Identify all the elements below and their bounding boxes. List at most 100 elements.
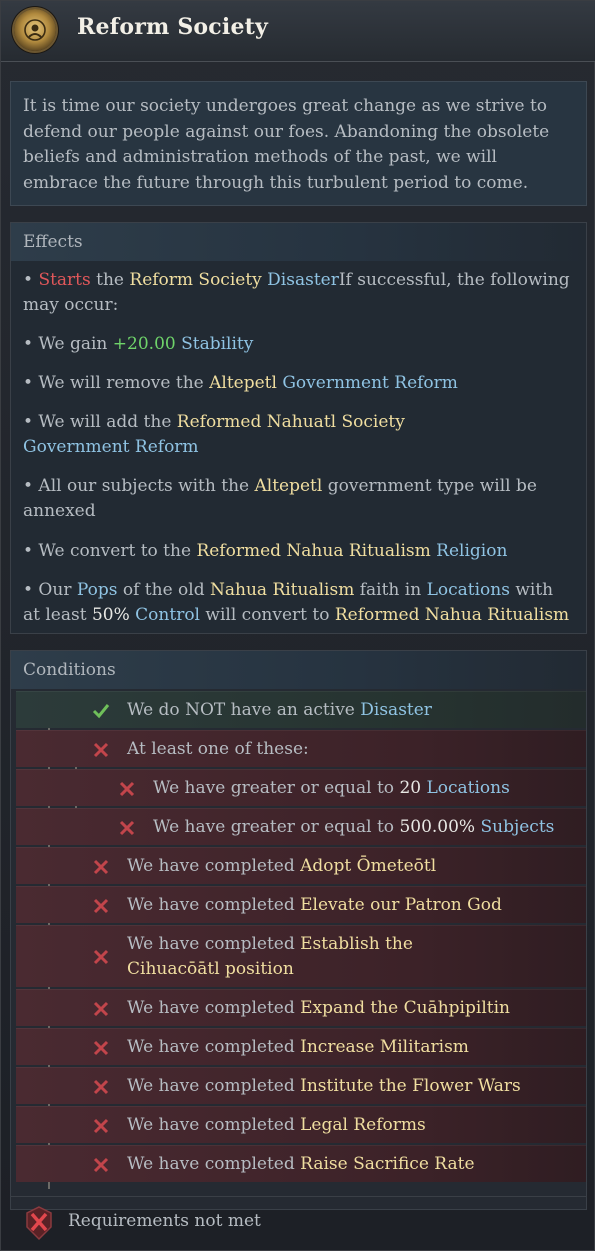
- conditions-panel: Conditions We do NOT have an active Disa…: [10, 650, 587, 1210]
- condition-row: We have completed Establish the Cihuacōā…: [16, 925, 586, 987]
- effect-text: • We will remove the: [23, 373, 210, 393]
- condition-text: At least one of these:: [127, 739, 309, 759]
- condition-text: We have completed Adopt Ōmeteōtl: [127, 854, 436, 879]
- effect-convert-pops: • Our Pops of the old Nahua Ritualism fa…: [23, 578, 573, 628]
- condition-text: We have completed Increase Militarism: [127, 1035, 469, 1060]
- condition-text: We have completed Raise Sacrifice Rate: [127, 1152, 475, 1177]
- effect-stability: • We gain +20.00 Stability: [23, 332, 573, 357]
- condition-law-link[interactable]: Institute the Flower Wars: [300, 1076, 521, 1096]
- effect-locations-term[interactable]: Locations: [427, 580, 510, 600]
- effect-value: +20.00: [112, 334, 176, 354]
- window-title: Reform Society: [77, 14, 269, 40]
- requirements-not-met-icon: [26, 1206, 52, 1241]
- effect-annex-subjects: • All our subjects with the Altepetl gov…: [23, 474, 573, 524]
- condition-text: We have greater or equal to 500.00% Subj…: [153, 815, 554, 840]
- condition-text: We do NOT have an active Disaster: [127, 698, 432, 723]
- effect-text: • We gain: [23, 334, 113, 354]
- condition-row: We have greater or equal to 20 Locations: [16, 769, 586, 806]
- effect-convert-religion: • We convert to the Reformed Nahua Ritua…: [23, 539, 573, 564]
- effect-control-term[interactable]: Control: [135, 605, 200, 625]
- cross-icon: [93, 1040, 109, 1056]
- cross-icon: [93, 1079, 109, 1095]
- checkmark-icon: [92, 704, 110, 719]
- condition-law-link[interactable]: Elevate our Patron God: [300, 895, 502, 915]
- effect-text: • We convert to the: [23, 541, 197, 561]
- condition-text: We have completed Institute the Flower W…: [127, 1074, 521, 1099]
- requirements-footer: Requirements not met: [10, 1196, 587, 1245]
- condition-label: We have completed: [127, 1154, 301, 1174]
- cross-icon: [93, 859, 109, 875]
- condition-law-link[interactable]: Raise Sacrifice Rate: [300, 1154, 474, 1174]
- cross-icon: [93, 1157, 109, 1173]
- effect-disaster-term[interactable]: Disaster: [267, 270, 339, 290]
- condition-law-link[interactable]: Increase Militarism: [300, 1037, 469, 1057]
- condition-label: We do NOT have an active: [127, 700, 361, 720]
- effect-reform-link[interactable]: Altepetl: [209, 373, 277, 393]
- condition-row: We have completed Elevate our Patron God: [16, 886, 586, 923]
- condition-text: We have completed Expand the Cuāhpipilti…: [127, 996, 510, 1021]
- decision-description: It is time our society undergoes great c…: [10, 81, 587, 206]
- cross-icon: [119, 781, 135, 797]
- effect-text: of the old: [117, 580, 210, 600]
- condition-label: We have greater or equal to: [153, 778, 400, 798]
- condition-row: We have completed Legal Reforms: [16, 1106, 586, 1143]
- effect-pops-term[interactable]: Pops: [77, 580, 118, 600]
- condition-subjects-term[interactable]: Subjects: [480, 817, 554, 837]
- effect-text: faith in: [354, 580, 427, 600]
- effects-header: Effects: [11, 223, 586, 261]
- condition-label: We have completed: [127, 998, 301, 1018]
- condition-disaster-term[interactable]: Disaster: [360, 700, 432, 720]
- condition-text: We have completed Establish the Cihuacōā…: [127, 932, 467, 982]
- effect-religion-term[interactable]: Religion: [436, 541, 507, 561]
- condition-locations-term[interactable]: Locations: [426, 778, 509, 798]
- condition-row: We have completed Adopt Ōmeteōtl: [16, 847, 586, 884]
- effect-text: will convert to: [200, 605, 335, 625]
- effects-panel: Effects • Starts the Reform Society Disa…: [10, 222, 587, 634]
- conditions-header: Conditions: [11, 651, 586, 689]
- gold-emblem-icon: [14, 9, 56, 51]
- cross-icon: [93, 949, 109, 965]
- effect-reform-term[interactable]: Government Reform: [282, 373, 458, 393]
- condition-text: We have completed Elevate our Patron God: [127, 893, 502, 918]
- effect-text: • We will add the: [23, 412, 177, 432]
- effect-government-link[interactable]: Altepetl: [254, 476, 322, 496]
- cross-icon: [119, 820, 135, 836]
- effect-add-reform: • We will add the Reformed Nahuatl Socie…: [23, 410, 573, 460]
- effect-stability-term[interactable]: Stability: [181, 334, 253, 354]
- condition-value: 20: [399, 778, 422, 798]
- effect-religion-link[interactable]: Reformed Nahua Ritualism: [196, 541, 430, 561]
- cross-icon: [93, 898, 109, 914]
- condition-label: We have completed: [127, 895, 301, 915]
- condition-label: We have completed: [127, 934, 301, 954]
- effect-text: • All our subjects with the: [23, 476, 255, 496]
- condition-row: We have completed Raise Sacrifice Rate: [16, 1145, 586, 1182]
- effect-start-disaster: • Starts the Reform Society DisasterIf s…: [23, 268, 573, 318]
- decision-window: Reform Society It is time our society un…: [0, 0, 595, 1251]
- condition-law-link[interactable]: Legal Reforms: [300, 1115, 426, 1135]
- effect-text: • Our: [23, 580, 77, 600]
- condition-row: We have completed Expand the Cuāhpipilti…: [16, 989, 586, 1026]
- condition-text: We have greater or equal to 20 Locations: [153, 776, 510, 801]
- condition-law-link[interactable]: Adopt Ōmeteōtl: [300, 856, 436, 876]
- effect-remove-reform: • We will remove the Altepetl Government…: [23, 371, 573, 396]
- condition-row: We do NOT have an active Disaster: [16, 691, 586, 728]
- condition-label: We have completed: [127, 1115, 301, 1135]
- requirements-status: Requirements not met: [68, 1211, 261, 1231]
- effect-religion-link[interactable]: Reformed Nahua Ritualism: [335, 605, 569, 625]
- condition-label: We have completed: [127, 1037, 301, 1057]
- effect-keyword[interactable]: Starts: [38, 270, 90, 290]
- condition-label: We have completed: [127, 1076, 301, 1096]
- effect-bullet: •: [23, 270, 39, 290]
- condition-row: We have greater or equal to 500.00% Subj…: [16, 808, 586, 845]
- condition-row: We have completed Institute the Flower W…: [16, 1067, 586, 1104]
- condition-law-link[interactable]: Expand the Cuāhpipiltin: [300, 998, 510, 1018]
- effect-reform-link[interactable]: Reformed Nahuatl Society: [177, 412, 405, 432]
- condition-text: We have completed Legal Reforms: [127, 1113, 426, 1138]
- condition-value: 500.00%: [399, 817, 476, 837]
- cross-icon: [93, 742, 109, 758]
- effect-disaster-link[interactable]: Reform Society: [129, 270, 261, 290]
- condition-row: At least one of these:: [16, 730, 586, 767]
- cross-icon: [93, 1001, 109, 1017]
- effect-reform-term[interactable]: Government Reform: [23, 437, 199, 457]
- effect-religion-link[interactable]: Nahua Ritualism: [210, 580, 354, 600]
